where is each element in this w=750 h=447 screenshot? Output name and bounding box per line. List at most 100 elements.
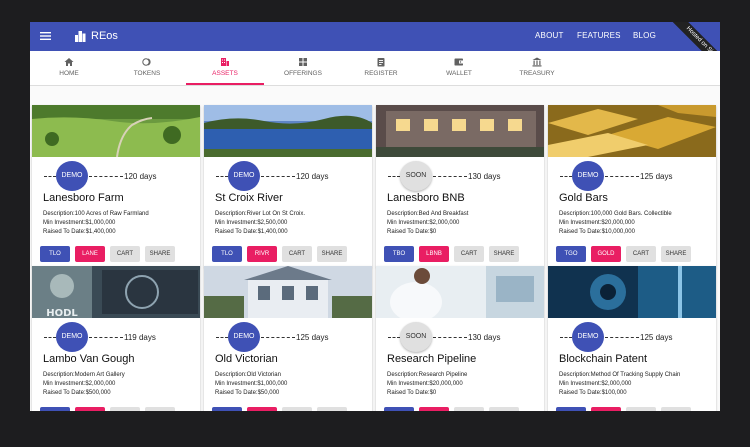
tab-bar: HOME TOKENS ASSETS OFFERINGS REGISTER WA… xyxy=(30,51,720,86)
days-divider xyxy=(605,176,639,177)
share-button[interactable] xyxy=(661,407,691,411)
tab-offerings-label: OFFERINGS xyxy=(284,70,322,77)
status-badge: SOON xyxy=(400,322,432,352)
days-divider xyxy=(216,337,228,338)
asset-title: Lambo Van Gough xyxy=(43,353,135,365)
tab-assets[interactable]: ASSETS xyxy=(186,51,264,85)
asset-title: Research Pipeline xyxy=(387,353,477,365)
nav-blog-link[interactable]: BLOG xyxy=(633,31,656,41)
asset-card: DEMO 125 days Blockchain Patent Descript… xyxy=(548,266,716,411)
token-button[interactable]: TGO xyxy=(556,246,586,262)
days-divider xyxy=(433,176,467,177)
asset-description: Description:100,000 Gold Bars. Collectib… xyxy=(559,211,672,217)
asset-description: Description:River Lot On St Croix. xyxy=(215,211,306,217)
days-divider xyxy=(89,176,123,177)
asset-raised: Raised To Date:$0 xyxy=(387,229,437,235)
treasury-icon xyxy=(532,57,542,67)
nav-features-link[interactable]: FEATURES xyxy=(577,31,621,41)
status-badge: DEMO xyxy=(572,322,604,352)
vault-image xyxy=(548,266,716,318)
tab-wallet-label: WALLET xyxy=(446,70,472,77)
asset-description: Description:100 Acres of Raw Farmland xyxy=(43,211,149,217)
asset-title: Lanesboro BNB xyxy=(387,192,465,204)
tab-home[interactable]: HOME xyxy=(30,51,108,85)
asset-card: SOON 130 days Research Pipeline Descript… xyxy=(376,266,544,411)
share-button[interactable]: SHARE xyxy=(489,246,519,262)
symbol-button[interactable] xyxy=(591,407,621,411)
tab-wallet[interactable]: WALLET xyxy=(420,51,498,85)
tab-tokens[interactable]: TOKENS xyxy=(108,51,186,85)
token-button[interactable] xyxy=(40,407,70,411)
asset-min-investment: Min Investment:$2,000,000 xyxy=(559,381,632,387)
tab-treasury[interactable]: TREASURY xyxy=(498,51,576,85)
days-remaining: 119 days xyxy=(124,333,156,342)
days-divider xyxy=(261,176,295,177)
menu-icon[interactable] xyxy=(40,31,51,41)
share-button[interactable]: SHARE xyxy=(661,246,691,262)
status-badge: DEMO xyxy=(56,322,88,352)
days-divider xyxy=(89,337,123,338)
days-divider xyxy=(216,176,228,177)
asset-card: DEMO 125 days Gold Bars Description:100,… xyxy=(548,105,716,267)
cart-button[interactable]: CART xyxy=(626,246,656,262)
nav-about-link[interactable]: ABOUT xyxy=(535,31,564,41)
cart-button[interactable]: CART xyxy=(110,246,140,262)
gold-bars-image xyxy=(548,105,716,157)
asset-raised: Raised To Date:$1,400,000 xyxy=(43,229,116,235)
asset-description: Description:Bed And Breakfast xyxy=(387,211,469,217)
tab-offerings[interactable]: OFFERINGS xyxy=(264,51,342,85)
token-button[interactable] xyxy=(556,407,586,411)
tab-treasury-label: TREASURY xyxy=(519,70,555,77)
cart-button[interactable] xyxy=(282,407,312,411)
days-remaining: 120 days xyxy=(296,172,329,181)
asset-cards-grid: DEMO 120 days Lanesboro Farm Description… xyxy=(30,85,720,411)
days-remaining: 125 days xyxy=(296,333,329,342)
farmland-image xyxy=(32,105,200,157)
days-divider xyxy=(388,176,400,177)
token-button[interactable] xyxy=(212,407,242,411)
cart-button[interactable]: CART xyxy=(454,246,484,262)
symbol-button[interactable] xyxy=(247,407,277,411)
tab-register[interactable]: REGISTER xyxy=(342,51,420,85)
asset-raised: Raised To Date:$500,000 xyxy=(43,390,111,396)
asset-card: HODL DEMO 119 days Lambo Van Gough Descr… xyxy=(32,266,200,411)
cart-button[interactable]: CART xyxy=(282,246,312,262)
asset-description: Description:Modern Art Gallery xyxy=(43,372,125,378)
symbol-button[interactable] xyxy=(419,407,449,411)
house-image xyxy=(376,105,544,157)
days-divider xyxy=(560,176,572,177)
days-divider xyxy=(605,337,639,338)
symbol-button[interactable]: RIVR xyxy=(247,246,277,262)
share-button[interactable]: SHARE xyxy=(317,246,347,262)
share-button[interactable]: SHARE xyxy=(145,246,175,262)
offerings-icon xyxy=(299,58,307,66)
asset-card: SOON 130 days Lanesboro BNB Description:… xyxy=(376,105,544,267)
symbol-button[interactable]: LBNB xyxy=(419,246,449,262)
symbol-button[interactable]: GOLD xyxy=(591,246,621,262)
asset-description: Description:Research Pipeline xyxy=(387,372,468,378)
assets-icon xyxy=(221,58,229,66)
token-button[interactable]: TLO xyxy=(212,246,242,262)
share-button[interactable] xyxy=(489,407,519,411)
days-remaining: 120 days xyxy=(124,172,157,181)
token-icon xyxy=(142,58,151,66)
cart-button[interactable] xyxy=(626,407,656,411)
asset-min-investment: Min Investment:$20,000,000 xyxy=(387,381,463,387)
tab-home-label: HOME xyxy=(59,70,79,77)
symbol-button[interactable]: LANE xyxy=(75,246,105,262)
app-window: REos ABOUT FEATURES BLOG Hosted on Sia H… xyxy=(30,22,720,411)
art-gallery-image: HODL xyxy=(32,266,200,318)
days-divider xyxy=(44,337,56,338)
asset-min-investment: Min Investment:$1,000,000 xyxy=(215,381,288,387)
token-button[interactable]: TLO xyxy=(40,246,70,262)
token-button[interactable] xyxy=(384,407,414,411)
river-image xyxy=(204,105,372,157)
share-button[interactable] xyxy=(145,407,175,411)
asset-title: Blockchain Patent xyxy=(559,353,648,365)
cart-button[interactable] xyxy=(110,407,140,411)
days-divider xyxy=(261,337,295,338)
share-button[interactable] xyxy=(317,407,347,411)
token-button[interactable]: TBO xyxy=(384,246,414,262)
symbol-button[interactable] xyxy=(75,407,105,411)
cart-button[interactable] xyxy=(454,407,484,411)
